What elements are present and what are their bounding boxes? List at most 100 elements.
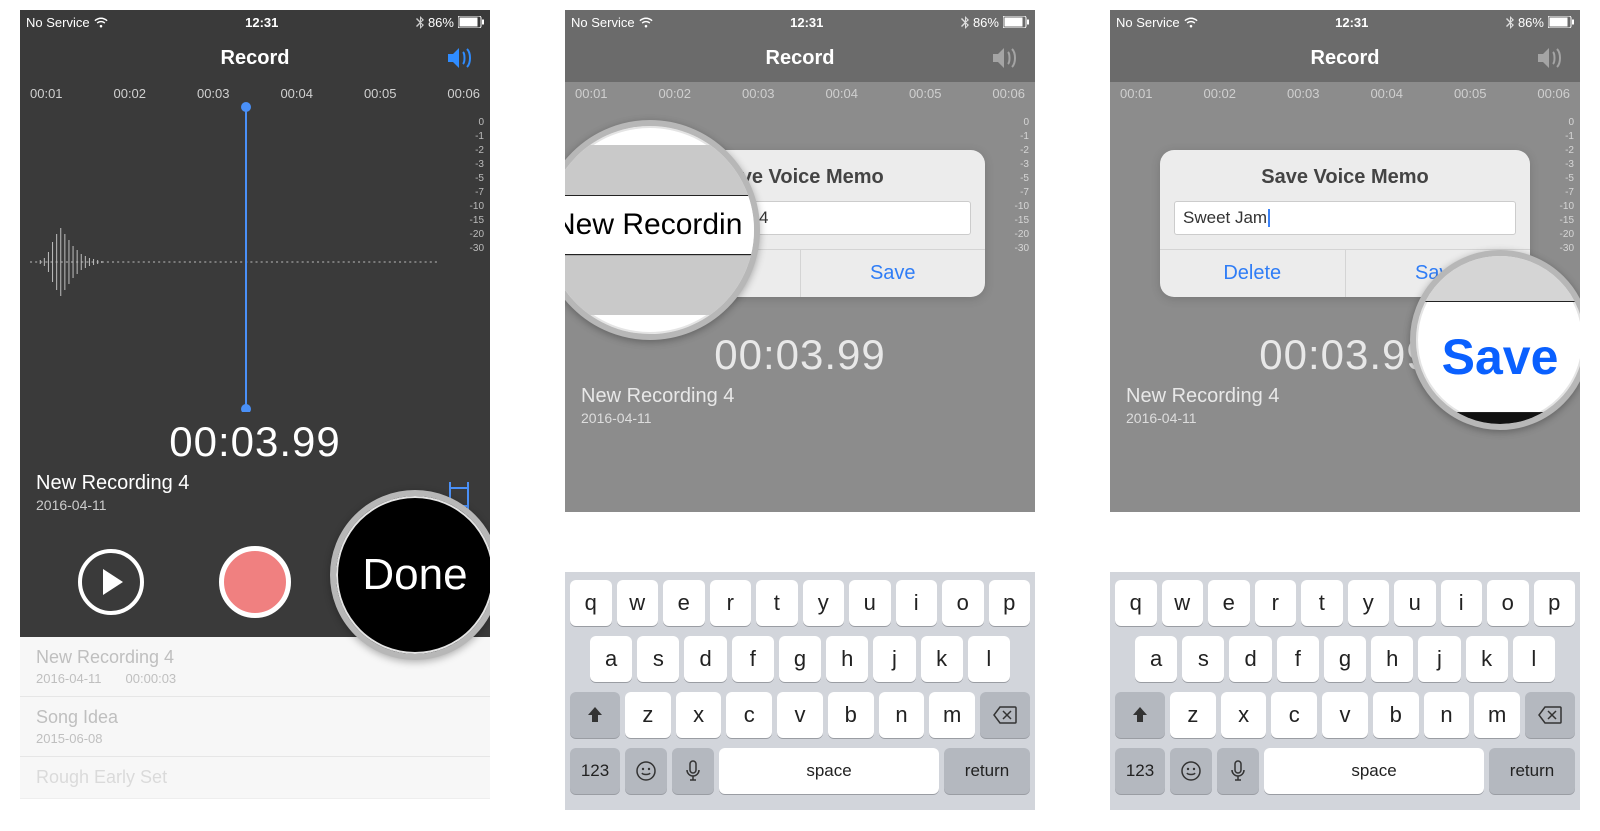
save-button[interactable]: Save [801, 250, 986, 297]
key-l[interactable]: l [1513, 636, 1555, 682]
key-space[interactable]: space [1264, 748, 1484, 794]
key-j[interactable]: j [873, 636, 915, 682]
key-z[interactable]: z [1170, 692, 1216, 738]
play-button[interactable] [78, 549, 144, 615]
key-t[interactable]: t [1301, 580, 1343, 626]
key-n[interactable]: n [879, 692, 925, 738]
tick: 00:05 [909, 86, 942, 101]
db-tick: -10 [1560, 200, 1574, 214]
key-g[interactable]: g [1324, 636, 1366, 682]
key-d[interactable]: d [1229, 636, 1271, 682]
time-ticks: 00:01 00:02 00:03 00:04 00:05 00:06 [20, 86, 490, 101]
key-h[interactable]: h [1371, 636, 1413, 682]
key-numbers[interactable]: 123 [570, 748, 620, 794]
key-emoji[interactable] [625, 748, 667, 794]
key-h[interactable]: h [826, 636, 868, 682]
key-f[interactable]: f [1277, 636, 1319, 682]
key-e[interactable]: e [1208, 580, 1250, 626]
tick: 00:04 [1370, 86, 1403, 101]
key-l[interactable]: l [968, 636, 1010, 682]
key-backspace[interactable] [1525, 692, 1575, 738]
key-p[interactable]: p [1534, 580, 1576, 626]
key-k[interactable]: k [921, 636, 963, 682]
delete-button[interactable]: Delete [1160, 250, 1346, 297]
key-i[interactable]: i [896, 580, 938, 626]
db-tick: 0 [470, 116, 484, 130]
memo-name-input[interactable]: Sweet Jam [1174, 201, 1516, 235]
key-e[interactable]: e [663, 580, 705, 626]
key-s[interactable]: s [637, 636, 679, 682]
speaker-button[interactable] [991, 46, 1021, 76]
key-backspace[interactable] [980, 692, 1030, 738]
key-u[interactable]: u [1394, 580, 1436, 626]
key-b[interactable]: b [828, 692, 874, 738]
key-r[interactable]: r [1255, 580, 1297, 626]
key-s[interactable]: s [1182, 636, 1224, 682]
key-y[interactable]: y [803, 580, 845, 626]
key-return[interactable]: return [1489, 748, 1575, 794]
tick: 00:05 [1454, 86, 1487, 101]
list-item[interactable]: Song Idea 2015-06-08 [20, 697, 490, 757]
key-shift[interactable] [1115, 692, 1165, 738]
key-f[interactable]: f [732, 636, 774, 682]
tick: 00:01 [1120, 86, 1153, 101]
key-dictation[interactable] [672, 748, 714, 794]
speaker-button[interactable] [446, 46, 476, 76]
key-a[interactable]: a [590, 636, 632, 682]
key-o[interactable]: o [942, 580, 984, 626]
battery-icon [458, 16, 484, 28]
key-m[interactable]: m [929, 692, 975, 738]
key-b[interactable]: b [1373, 692, 1419, 738]
key-g[interactable]: g [779, 636, 821, 682]
key-a[interactable]: a [1135, 636, 1177, 682]
key-m[interactable]: m [1474, 692, 1520, 738]
keyboard: qwertyuiop asdfghjkl zxcvbnm 123 space r… [565, 572, 1035, 810]
key-x[interactable]: x [676, 692, 722, 738]
db-tick: -30 [1560, 242, 1574, 256]
db-tick: -10 [1015, 200, 1029, 214]
key-u[interactable]: u [849, 580, 891, 626]
key-y[interactable]: y [1348, 580, 1390, 626]
key-dictation[interactable] [1217, 748, 1259, 794]
key-w[interactable]: w [1162, 580, 1204, 626]
key-c[interactable]: c [1271, 692, 1317, 738]
tick: 00:02 [658, 86, 691, 101]
key-d[interactable]: d [684, 636, 726, 682]
list-item[interactable]: Rough Early Set [20, 757, 490, 799]
status-bar: No Service 12:31 86% [565, 10, 1035, 34]
tick: 00:01 [575, 86, 608, 101]
tick: 00:05 [364, 86, 397, 101]
playhead[interactable] [245, 104, 247, 412]
key-j[interactable]: j [1418, 636, 1460, 682]
key-o[interactable]: o [1487, 580, 1529, 626]
key-q[interactable]: q [1115, 580, 1157, 626]
status-bar: No Service 12:31 86% [1110, 10, 1580, 34]
key-w[interactable]: w [617, 580, 659, 626]
key-space[interactable]: space [719, 748, 939, 794]
key-v[interactable]: v [777, 692, 823, 738]
db-tick: -3 [470, 158, 484, 172]
key-r[interactable]: r [710, 580, 752, 626]
db-tick: -7 [1015, 186, 1029, 200]
key-shift[interactable] [570, 692, 620, 738]
key-v[interactable]: v [1322, 692, 1368, 738]
key-return[interactable]: return [944, 748, 1030, 794]
db-tick: -10 [470, 200, 484, 214]
key-z[interactable]: z [625, 692, 671, 738]
list-item-name: Rough Early Set [36, 767, 474, 788]
key-x[interactable]: x [1221, 692, 1267, 738]
key-emoji[interactable] [1170, 748, 1212, 794]
key-numbers[interactable]: 123 [1115, 748, 1165, 794]
key-p[interactable]: p [989, 580, 1031, 626]
db-tick: -1 [470, 130, 484, 144]
page-title: Record [221, 47, 290, 70]
speaker-button[interactable] [1536, 46, 1566, 76]
db-tick: -15 [470, 214, 484, 228]
key-n[interactable]: n [1424, 692, 1470, 738]
record-button[interactable] [219, 546, 291, 618]
key-k[interactable]: k [1466, 636, 1508, 682]
key-c[interactable]: c [726, 692, 772, 738]
key-i[interactable]: i [1441, 580, 1483, 626]
key-t[interactable]: t [756, 580, 798, 626]
key-q[interactable]: q [570, 580, 612, 626]
